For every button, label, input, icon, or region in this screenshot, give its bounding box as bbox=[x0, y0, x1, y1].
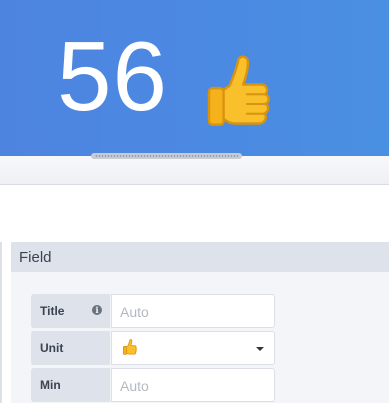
grip-dots-icon bbox=[95, 155, 238, 157]
editor-edge bbox=[0, 242, 2, 403]
min-input[interactable]: Auto bbox=[111, 368, 275, 402]
field-section-title: Field bbox=[19, 249, 52, 266]
min-row: Min Auto bbox=[31, 368, 275, 402]
resize-handle[interactable] bbox=[91, 153, 242, 159]
stat-value: 56 bbox=[57, 21, 169, 131]
unit-label-box: Unit bbox=[31, 331, 110, 365]
field-section: Field Title i Auto Unit Min Auto bbox=[11, 242, 389, 403]
unit-select[interactable] bbox=[111, 331, 275, 365]
title-row: Title i Auto bbox=[31, 294, 275, 328]
unit-row: Unit bbox=[31, 331, 275, 365]
min-placeholder: Auto bbox=[120, 378, 149, 394]
info-icon[interactable]: i bbox=[92, 305, 102, 315]
field-section-header[interactable]: Field bbox=[11, 242, 389, 272]
stat-panel: 56 bbox=[0, 0, 389, 156]
title-label-box: Title i bbox=[31, 294, 110, 328]
unit-label: Unit bbox=[40, 341, 64, 355]
min-label: Min bbox=[40, 378, 61, 392]
title-input[interactable]: Auto bbox=[111, 294, 275, 328]
panel-editor-divider bbox=[0, 156, 389, 185]
title-label: Title bbox=[40, 304, 65, 318]
title-placeholder: Auto bbox=[120, 304, 149, 320]
chevron-down-icon[interactable] bbox=[256, 347, 264, 351]
min-label-box: Min bbox=[31, 368, 110, 402]
thumbs-up-icon bbox=[207, 55, 270, 126]
thumbs-up-icon bbox=[122, 339, 137, 355]
